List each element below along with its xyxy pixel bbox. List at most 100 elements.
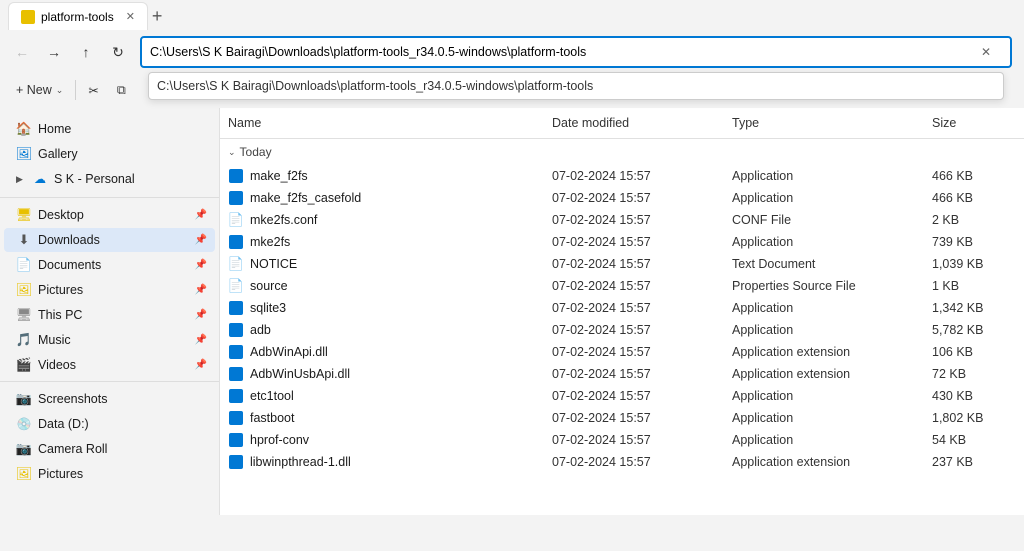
file-name: hprof-conv: [250, 433, 309, 447]
file-type-icon: [228, 388, 244, 404]
file-group-today: ⌄ Today make_f2fs 07-02-2024 15:57 Appli…: [220, 139, 1024, 473]
file-type-icon: 📄: [228, 212, 244, 228]
app-icon: [229, 367, 243, 381]
pin-icon-documents: 📌: [195, 260, 207, 271]
table-row[interactable]: make_f2fs 07-02-2024 15:57 Application 4…: [220, 165, 1024, 187]
videos-icon: 🎬: [16, 357, 32, 373]
file-name-cell: 📄 mke2fs.conf: [220, 209, 544, 231]
table-row[interactable]: AdbWinApi.dll 07-02-2024 15:57 Applicati…: [220, 341, 1024, 363]
app-icon: [229, 411, 243, 425]
file-name-cell: 📄 source: [220, 275, 544, 297]
file-type: Application: [724, 232, 924, 252]
back-button[interactable]: ←: [8, 38, 36, 66]
datad-label: Data (D:): [38, 417, 203, 431]
file-size: 466 KB: [924, 166, 1024, 186]
pictures2-icon: 🖼: [16, 466, 32, 482]
table-row[interactable]: libwinpthread-1.dll 07-02-2024 15:57 App…: [220, 451, 1024, 473]
table-row[interactable]: 📄 mke2fs.conf 07-02-2024 15:57 CONF File…: [220, 209, 1024, 231]
file-type: Application: [724, 298, 924, 318]
file-name: mke2fs.conf: [250, 213, 317, 227]
sidebar-item-screenshots[interactable]: 📷 Screenshots: [4, 387, 215, 411]
col-header-type[interactable]: Type: [724, 112, 924, 134]
sidebar-item-desktop[interactable]: 🖥 Desktop 📌: [4, 203, 215, 227]
sidebar-item-sk-personal[interactable]: ▶ ☁ S K - Personal: [4, 167, 215, 191]
file-name-cell: 📄 NOTICE: [220, 253, 544, 275]
file-date: 07-02-2024 15:57: [544, 452, 724, 472]
table-row[interactable]: fastboot 07-02-2024 15:57 Application 1,…: [220, 407, 1024, 429]
file-groups: ⌄ Today make_f2fs 07-02-2024 15:57 Appli…: [220, 139, 1024, 473]
sidebar-item-videos[interactable]: 🎬 Videos 📌: [4, 353, 215, 377]
file-name: etc1tool: [250, 389, 294, 403]
file-name-cell: mke2fs: [220, 231, 544, 253]
sidebar-item-pictures2[interactable]: 🖼 Pictures: [4, 462, 215, 486]
file-type: Application extension: [724, 364, 924, 384]
sidebar-item-gallery[interactable]: 🖼 Gallery: [4, 142, 215, 166]
sidebar-item-music[interactable]: 🎵 Music 📌: [4, 328, 215, 352]
tab-close-button[interactable]: ✕: [126, 10, 135, 23]
file-type: Text Document: [724, 254, 924, 274]
file-date: 07-02-2024 15:57: [544, 232, 724, 252]
app-icon: [229, 191, 243, 205]
up-button[interactable]: ↑: [72, 38, 100, 66]
table-row[interactable]: AdbWinUsbApi.dll 07-02-2024 15:57 Applic…: [220, 363, 1024, 385]
table-row[interactable]: 📄 NOTICE 07-02-2024 15:57 Text Document …: [220, 253, 1024, 275]
file-name: AdbWinUsbApi.dll: [250, 367, 350, 381]
table-row[interactable]: mke2fs 07-02-2024 15:57 Application 739 …: [220, 231, 1024, 253]
new-chevron-icon: ⌄: [56, 85, 64, 96]
sidebar-item-datad[interactable]: 💿 Data (D:): [4, 412, 215, 436]
address-clear-button[interactable]: ✕: [974, 40, 998, 64]
file-size: 2 KB: [924, 210, 1024, 230]
cloud-icon: ☁: [32, 171, 48, 187]
sidebar-item-home[interactable]: 🏠 Home: [4, 117, 215, 141]
pin-icon-downloads: 📌: [195, 235, 207, 246]
sidebar-item-pictures[interactable]: 🖼 Pictures 📌: [4, 278, 215, 302]
tab-label: platform-tools: [41, 10, 114, 24]
file-name: adb: [250, 323, 271, 337]
pictures2-label: Pictures: [38, 467, 203, 481]
file-size: 1,342 KB: [924, 298, 1024, 318]
copy-button[interactable]: ⧉: [109, 79, 134, 102]
file-size: 739 KB: [924, 232, 1024, 252]
table-row[interactable]: hprof-conv 07-02-2024 15:57 Application …: [220, 429, 1024, 451]
file-size: 1,802 KB: [924, 408, 1024, 428]
table-row[interactable]: 📄 source 07-02-2024 15:57 Properties Sou…: [220, 275, 1024, 297]
sidebar-item-documents[interactable]: 📄 Documents 📌: [4, 253, 215, 277]
main-layout: 🏠 Home 🖼 Gallery ▶ ☁ S K - Personal 🖥 De…: [0, 108, 1024, 515]
pinned-section-divider: [0, 197, 219, 202]
file-icon: 📄: [228, 256, 244, 272]
file-type-icon: [228, 410, 244, 426]
new-tab-button[interactable]: +: [152, 7, 163, 25]
cut-button[interactable]: ✂: [80, 79, 106, 102]
table-row[interactable]: make_f2fs_casefold 07-02-2024 15:57 Appl…: [220, 187, 1024, 209]
sidebar-item-thispc[interactable]: 🖥 This PC 📌: [4, 303, 215, 327]
file-type: Application: [724, 188, 924, 208]
address-bar-input[interactable]: [140, 36, 1012, 68]
file-name-cell: AdbWinUsbApi.dll: [220, 363, 544, 385]
sidebar-item-cameraroll[interactable]: 📷 Camera Roll: [4, 437, 215, 461]
col-header-datemodified[interactable]: Date modified: [544, 112, 724, 134]
table-row[interactable]: etc1tool 07-02-2024 15:57 Application 43…: [220, 385, 1024, 407]
toolbar-separator: [75, 80, 76, 100]
file-date: 07-02-2024 15:57: [544, 298, 724, 318]
gallery-icon: 🖼: [16, 146, 32, 162]
file-name-cell: hprof-conv: [220, 429, 544, 451]
table-row[interactable]: sqlite3 07-02-2024 15:57 Application 1,3…: [220, 297, 1024, 319]
window-tab[interactable]: platform-tools ✕: [8, 2, 148, 30]
table-row[interactable]: adb 07-02-2024 15:57 Application 5,782 K…: [220, 319, 1024, 341]
col-header-name[interactable]: Name: [220, 112, 544, 134]
file-name: make_f2fs: [250, 169, 308, 183]
thispc-label: This PC: [38, 308, 203, 322]
forward-button[interactable]: →: [40, 38, 68, 66]
new-button[interactable]: + New ⌄: [8, 79, 71, 101]
desktop-label: Desktop: [38, 208, 203, 222]
title-bar: platform-tools ✕ +: [0, 0, 1024, 32]
sidebar-item-downloads[interactable]: ⬇ Downloads 📌: [4, 228, 215, 252]
file-date: 07-02-2024 15:57: [544, 188, 724, 208]
col-header-size[interactable]: Size: [924, 112, 1024, 134]
refresh-button[interactable]: ↻: [104, 38, 132, 66]
file-type-icon: [228, 168, 244, 184]
file-name: sqlite3: [250, 301, 286, 315]
downloads-icon: ⬇: [16, 232, 32, 248]
file-date: 07-02-2024 15:57: [544, 386, 724, 406]
address-suggestion[interactable]: C:\Users\S K Bairagi\Downloads\platform-…: [148, 72, 1004, 100]
